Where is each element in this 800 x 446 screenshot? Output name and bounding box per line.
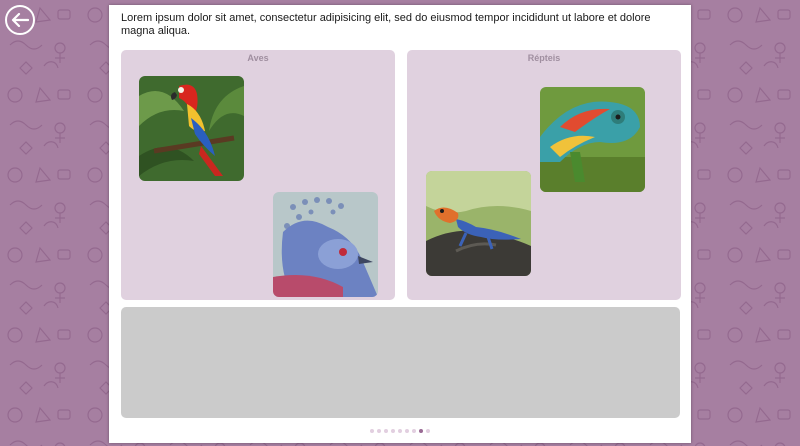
category-dropzone-reptiles[interactable]: Répteis (407, 50, 681, 300)
back-button[interactable] (5, 5, 35, 35)
page-indicator (0, 429, 800, 435)
answer-pool-dropzone[interactable] (121, 307, 680, 418)
category-title-birds: Aves (247, 53, 269, 63)
chameleon-photo-card[interactable] (540, 87, 645, 192)
page-dot[interactable] (391, 429, 395, 433)
page-dot[interactable] (370, 429, 374, 433)
arrow-left-icon (11, 13, 29, 27)
agama-lizard-photo-card[interactable] (426, 171, 531, 276)
page-dot[interactable] (426, 429, 430, 433)
page-dot[interactable] (384, 429, 388, 433)
macaw-photo (139, 76, 244, 181)
agama-lizard-photo (426, 171, 531, 276)
page-dot[interactable] (377, 429, 381, 433)
crowned-pigeon-photo-card[interactable] (273, 192, 378, 297)
instruction-text: Lorem ipsum dolor sit amet, consectetur … (121, 12, 651, 37)
crowned-pigeon-photo (273, 192, 378, 297)
page-dot[interactable] (419, 429, 423, 433)
category-title-reptiles: Répteis (527, 53, 561, 63)
page-dot[interactable] (405, 429, 409, 433)
activity-panel: Lorem ipsum dolor sit amet, consectetur … (109, 5, 691, 443)
chameleon-photo (540, 87, 645, 192)
macaw-photo-card[interactable] (139, 76, 244, 181)
page-dot[interactable] (412, 429, 416, 433)
page-dot[interactable] (398, 429, 402, 433)
category-dropzone-birds[interactable]: Aves (121, 50, 395, 300)
